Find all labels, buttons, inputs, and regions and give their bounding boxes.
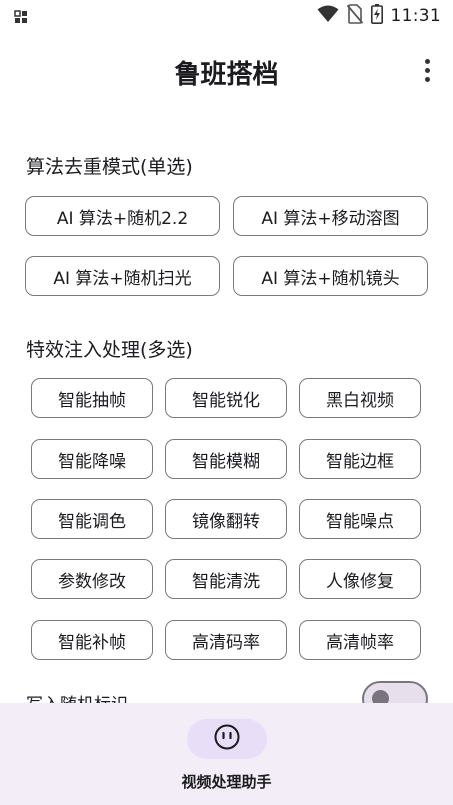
dedup-option-random-lens[interactable]: AI 算法+随机镜头 bbox=[233, 256, 428, 296]
dedup-option-random-sweep-light[interactable]: AI 算法+随机扫光 bbox=[25, 256, 220, 296]
dedup-section-title: 算法去重模式(单选) bbox=[26, 156, 193, 178]
effect-chip-hd-bitrate[interactable]: 高清码率 bbox=[165, 620, 287, 660]
smiley-face-icon bbox=[213, 723, 241, 755]
more-vert-icon[interactable] bbox=[415, 56, 439, 84]
effect-chip-border[interactable]: 智能边框 bbox=[299, 439, 421, 479]
nav-active-indicator[interactable] bbox=[186, 719, 267, 759]
nav-label: 视频处理助手 bbox=[181, 773, 272, 791]
effect-chip-frame-interpolate[interactable]: 智能补帧 bbox=[31, 620, 153, 660]
effect-chip-sharpen[interactable]: 智能锐化 bbox=[165, 378, 287, 418]
nav-item-video-assistant[interactable]: 视频处理助手 bbox=[0, 719, 453, 792]
status-bar: 11:31 bbox=[0, 0, 453, 30]
effect-chip-color-grade[interactable]: 智能调色 bbox=[31, 499, 153, 539]
effect-chip-black-white[interactable]: 黑白视频 bbox=[299, 378, 421, 418]
dedup-option-random-2-2[interactable]: AI 算法+随机2.2 bbox=[25, 196, 220, 236]
effect-chip-mirror-flip[interactable]: 镜像翻转 bbox=[165, 499, 287, 539]
bottom-navigation: 视频处理助手 bbox=[0, 703, 453, 805]
effect-chip-hd-framerate[interactable]: 高清帧率 bbox=[299, 620, 421, 660]
effect-chip-denoise[interactable]: 智能降噪 bbox=[31, 439, 153, 479]
effects-section-title: 特效注入处理(多选) bbox=[26, 339, 193, 361]
dedup-option-move-blend[interactable]: AI 算法+移动溶图 bbox=[233, 196, 428, 236]
effect-chip-clean[interactable]: 智能清洗 bbox=[165, 559, 287, 599]
effect-chip-noise[interactable]: 智能噪点 bbox=[299, 499, 421, 539]
effect-chip-blur[interactable]: 智能模糊 bbox=[165, 439, 287, 479]
notification-grid-icon bbox=[14, 9, 28, 28]
no-sim-icon bbox=[346, 4, 363, 28]
effect-chip-portrait-repair[interactable]: 人像修复 bbox=[299, 559, 421, 599]
clock: 11:31 bbox=[390, 6, 441, 26]
app-screen: 11:31 鲁班搭档 算法去重模式(单选) AI 算法+随机2.2 AI 算法+… bbox=[0, 0, 453, 805]
battery-charging-icon bbox=[370, 4, 383, 28]
app-title: 鲁班搭档 bbox=[174, 60, 279, 90]
app-bar: 鲁班搭档 bbox=[0, 40, 453, 100]
effect-chip-param-modify[interactable]: 参数修改 bbox=[31, 559, 153, 599]
effect-chip-frame-extract[interactable]: 智能抽帧 bbox=[31, 378, 153, 418]
wifi-icon bbox=[317, 5, 339, 27]
